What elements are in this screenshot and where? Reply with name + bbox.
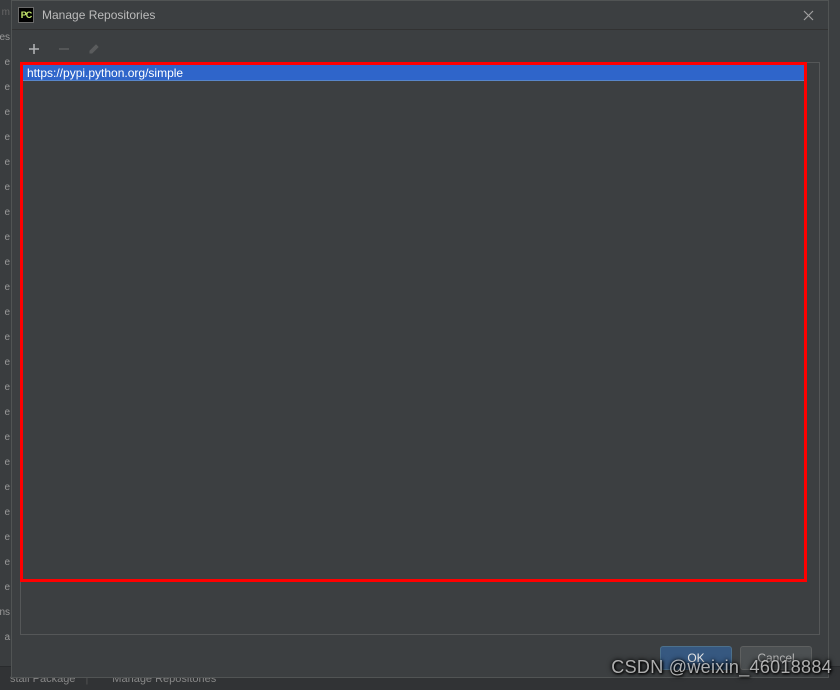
bg-left-row: m [0, 0, 11, 25]
bg-left-row: e [0, 50, 11, 75]
bg-left-row: e [0, 225, 11, 250]
cancel-button[interactable]: Cancel [740, 646, 812, 670]
dialog-button-bar: OK Cancel [20, 635, 820, 675]
bg-left-row: e [0, 175, 11, 200]
manage-repositories-dialog: PC Manage Repositories https://pypi.pyth… [11, 0, 829, 678]
bg-left-row: e [0, 500, 11, 525]
ok-button[interactable]: OK [660, 646, 732, 670]
bg-left-row: e [0, 300, 11, 325]
dialog-title: Manage Repositories [42, 8, 788, 22]
bg-left-row: e [0, 250, 11, 275]
bg-left-row: e [0, 375, 11, 400]
plus-icon [28, 43, 40, 55]
bg-left-row: e [0, 575, 11, 600]
annotation-highlight-box [20, 62, 807, 582]
dialog-content: https://pypi.python.org/simple OK Cancel [12, 30, 828, 677]
bg-left-row: e [0, 550, 11, 575]
repository-url: https://pypi.python.org/simple [27, 66, 183, 80]
bg-left-row: es [0, 25, 11, 50]
bg-left-row: e [0, 475, 11, 500]
bg-left-row: e [0, 275, 11, 300]
bg-left-row: e [0, 400, 11, 425]
bg-left-row: ns [0, 600, 11, 625]
edit-repo-button[interactable] [86, 41, 102, 57]
close-button[interactable] [788, 1, 828, 29]
bg-left-row: e [0, 150, 11, 175]
bg-left-row: e [0, 325, 11, 350]
bg-left-row: e [0, 525, 11, 550]
close-icon [803, 10, 814, 21]
repo-toolbar [20, 38, 820, 60]
repository-list[interactable]: https://pypi.python.org/simple [20, 62, 820, 635]
pencil-icon [88, 43, 100, 55]
add-repo-button[interactable] [26, 41, 42, 57]
remove-repo-button[interactable] [56, 41, 72, 57]
bg-left-row: e [0, 125, 11, 150]
bg-left-row: e [0, 75, 11, 100]
dialog-titlebar[interactable]: PC Manage Repositories [12, 1, 828, 30]
bg-left-row: e [0, 200, 11, 225]
bg-left-row: e [0, 425, 11, 450]
bg-left-row: e [0, 450, 11, 475]
bg-left-row: a [0, 625, 11, 650]
bg-left-row: e [0, 350, 11, 375]
pycharm-app-icon: PC [18, 7, 34, 23]
minus-icon [58, 43, 70, 55]
bg-left-row: e [0, 100, 11, 125]
repository-row[interactable]: https://pypi.python.org/simple [22, 64, 807, 81]
background-left-strip: m es e e e e e e e e e e e e e e e e e e… [0, 0, 11, 690]
